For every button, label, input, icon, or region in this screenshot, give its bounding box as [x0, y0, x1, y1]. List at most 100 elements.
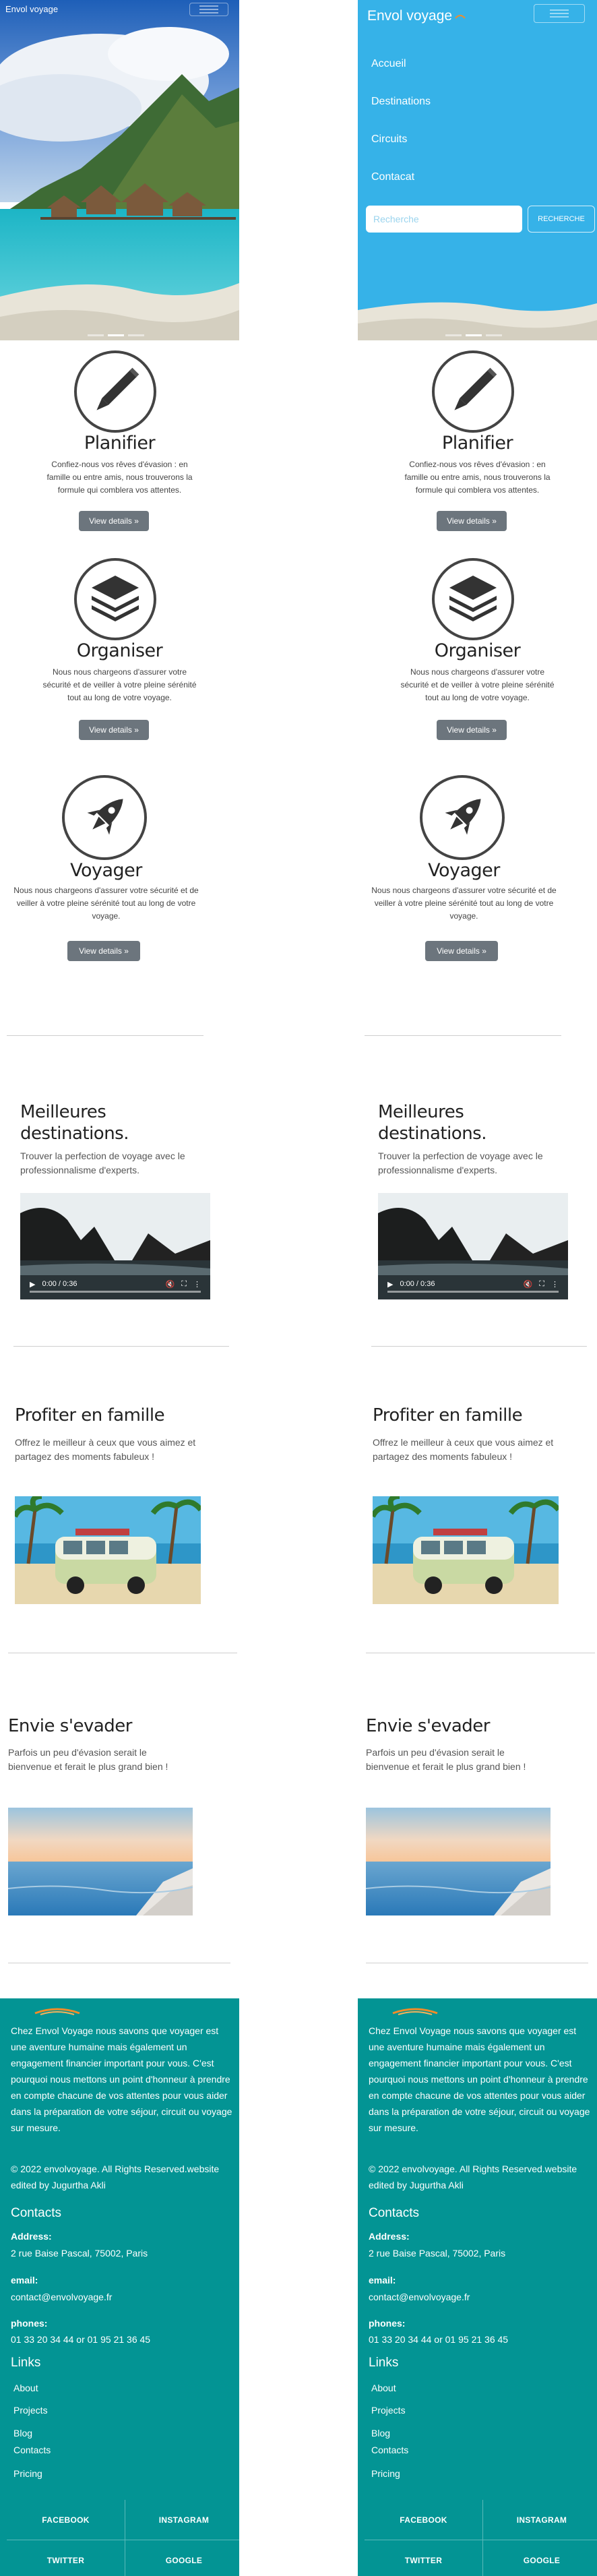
section-title: Envie s'evader — [8, 1716, 132, 1736]
carousel-indicators — [445, 334, 502, 336]
view-details-button[interactable]: View details » — [79, 511, 149, 531]
footer-link-pricing[interactable]: Pricing — [13, 2468, 42, 2479]
search-button[interactable]: RECHERCHE — [528, 206, 595, 233]
section-title: Envie s'evader — [366, 1716, 490, 1736]
google-link[interactable]: GOOGLE — [125, 2540, 239, 2576]
navbar-brand[interactable]: Envol voyage — [367, 8, 466, 24]
footer-contacts-title: Contacts — [369, 2206, 419, 2220]
instagram-link[interactable]: INSTAGRAM — [125, 2500, 239, 2540]
section-title: Meilleures destinations. — [378, 1102, 487, 1144]
divider — [13, 1346, 229, 1347]
feature-title: Organiser — [434, 640, 521, 661]
fullscreen-icon[interactable]: ⛶ — [181, 1280, 187, 1289]
video-player[interactable]: ▶ 0:00 / 0:36 🔇 ⛶ ⋮ — [20, 1193, 210, 1299]
more-options-icon[interactable]: ⋮ — [193, 1280, 201, 1289]
email-label: email: — [369, 2275, 396, 2286]
feature-title: Planifier — [84, 433, 156, 454]
carousel-indicator[interactable] — [88, 334, 104, 336]
video-player[interactable]: ▶ 0:00 / 0:36 🔇 ⛶ ⋮ — [378, 1193, 568, 1299]
carousel-indicator[interactable] — [108, 334, 124, 336]
feature-title: Voyager — [70, 860, 142, 881]
footer-copyright: © 2022 envolvoyage. All Rights Reserved.… — [369, 2164, 577, 2190]
carousel-indicator[interactable] — [466, 334, 482, 336]
address-value: 2 rue Baise Pascal, 75002, Paris — [11, 2248, 148, 2259]
feature-text: Nous nous chargeons d'assurer votre sécu… — [400, 667, 555, 702]
footer: Chez Envol Voyage nous savons que voyage… — [358, 1998, 597, 2576]
fullscreen-icon[interactable]: ⛶ — [539, 1280, 544, 1289]
view-details-button[interactable]: View details » — [67, 941, 140, 961]
footer-links-title: Links — [369, 2356, 399, 2370]
section-text: Parfois un peu d'évasion serait le bienv… — [366, 1747, 526, 1772]
play-icon[interactable]: ▶ — [30, 1280, 35, 1289]
footer-link-contacts[interactable]: Contacts — [13, 2445, 51, 2455]
footer-link-pricing[interactable]: Pricing — [371, 2468, 400, 2479]
nav-item-contact[interactable]: Contacat — [371, 171, 431, 209]
nav-item-accueil[interactable]: Accueil — [371, 58, 431, 96]
feature-voyager: Voyager Nous nous chargeons d'assurer vo… — [0, 775, 239, 971]
google-link[interactable]: GOOGLE — [482, 2540, 597, 2576]
footer-logo-icon — [392, 2008, 438, 2015]
email-label: email: — [11, 2275, 38, 2286]
footer-link-projects[interactable]: Projects — [13, 2405, 48, 2416]
pencil-icon — [432, 350, 514, 433]
instagram-link[interactable]: INSTAGRAM — [482, 2500, 597, 2540]
view-details-button[interactable]: View details » — [425, 941, 498, 961]
section-text: Trouver la perfection de voyage avec le … — [378, 1151, 543, 1175]
video-controls: ▶ 0:00 / 0:36 🔇 ⛶ ⋮ — [378, 1268, 568, 1299]
family-van-image — [15, 1496, 201, 1604]
email-link[interactable]: contact@envolvoyage.fr — [11, 2292, 112, 2302]
address-label: Address: — [11, 2231, 52, 2242]
volume-icon[interactable]: 🔇 — [524, 1280, 533, 1289]
brand-logo-icon — [455, 15, 466, 20]
play-icon[interactable]: ▶ — [387, 1280, 393, 1289]
footer-link-contacts[interactable]: Contacts — [371, 2445, 408, 2455]
feature-organiser: Organiser Nous nous chargeons d'assurer … — [358, 558, 597, 747]
feature-organiser: Organiser Nous nous chargeons d'assurer … — [0, 558, 239, 747]
section-text: Offrez le meilleur à ceux que vous aimez… — [15, 1437, 196, 1462]
footer-link-blog[interactable]: Blog — [371, 2428, 390, 2439]
phones-value: 01 33 20 34 44 or 01 95 21 36 45 — [11, 2334, 151, 2345]
phones-label: phones: — [11, 2318, 48, 2329]
carousel-indicators — [88, 334, 144, 336]
nav-item-circuits[interactable]: Circuits — [371, 133, 431, 171]
view-details-button[interactable]: View details » — [437, 720, 507, 740]
menu-toggle-button[interactable] — [189, 3, 228, 16]
facebook-link[interactable]: FACEBOOK — [7, 2500, 125, 2540]
more-options-icon[interactable]: ⋮ — [551, 1280, 559, 1289]
feature-text: Confiez-nous vos rêves d'évasion : en fa… — [46, 460, 193, 495]
nav-item-destinations[interactable]: Destinations — [371, 96, 431, 133]
video-progress-bar[interactable] — [30, 1291, 201, 1293]
footer-link-blog[interactable]: Blog — [13, 2428, 32, 2439]
footer-link-about[interactable]: About — [13, 2383, 38, 2393]
footer-link-projects[interactable]: Projects — [371, 2405, 406, 2416]
sunset-sea-image — [366, 1808, 551, 1915]
carousel-indicator[interactable] — [128, 334, 144, 336]
footer: Chez Envol Voyage nous savons que voyage… — [0, 1998, 239, 2576]
view-details-button[interactable]: View details » — [79, 720, 149, 740]
feature-text: Nous nous chargeons d'assurer votre sécu… — [42, 667, 197, 702]
divider — [7, 1035, 203, 1036]
carousel-indicator[interactable] — [445, 334, 462, 336]
pencil-icon — [74, 350, 156, 433]
search-input[interactable] — [366, 206, 522, 233]
feature-title: Planifier — [441, 433, 513, 454]
video-time: 0:00 / 0:36 — [400, 1280, 435, 1288]
menu-toggle-button[interactable] — [534, 4, 585, 23]
video-progress-bar[interactable] — [387, 1291, 559, 1293]
feature-voyager: Voyager Nous nous chargeons d'assurer vo… — [358, 775, 597, 971]
section-title: Meilleures destinations. — [20, 1102, 129, 1144]
carousel-indicator[interactable] — [486, 334, 502, 336]
facebook-link[interactable]: FACEBOOK — [365, 2500, 482, 2540]
feature-planifier: Planifier Confiez-nous vos rêves d'évasi… — [358, 350, 597, 539]
twitter-link[interactable]: TWITTER — [7, 2540, 125, 2576]
email-link[interactable]: contact@envolvoyage.fr — [369, 2292, 470, 2302]
twitter-link[interactable]: TWITTER — [365, 2540, 482, 2576]
navbar-brand[interactable]: Envol voyage — [5, 4, 58, 14]
phones-value: 01 33 20 34 44 or 01 95 21 36 45 — [369, 2334, 509, 2345]
section-text: Parfois un peu d'évasion serait le bienv… — [8, 1747, 168, 1772]
footer-link-about[interactable]: About — [371, 2383, 396, 2393]
sunset-sea-image — [8, 1808, 193, 1915]
volume-icon[interactable]: 🔇 — [166, 1280, 175, 1289]
hero-carousel[interactable]: Envol voyage — [0, 0, 239, 340]
view-details-button[interactable]: View details » — [437, 511, 507, 531]
